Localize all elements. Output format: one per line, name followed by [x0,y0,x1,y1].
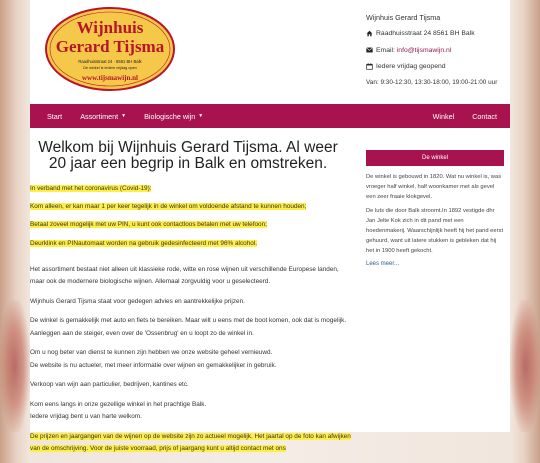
sidebar: De winkel De winkel is gebouwd in 1820. … [366,150,504,267]
open-text: Iedere vrijdag geopend [376,63,446,71]
notice-line-2: Kom alleen, er kan maar 1 per keer tegel… [30,203,307,211]
nav-assortiment[interactable]: Assortiment ▼ [71,104,135,128]
sidebar-title: De winkel [366,150,504,166]
svg-text:Wijnhuis: Wijnhuis [77,18,144,37]
content-body: In verband met het coronavirus (Covid-19… [30,183,352,455]
background-wine-left [0,300,30,432]
paragraph-assortiment: Het assortiment bestaat niet alleen uit … [30,265,339,286]
nav-biologische-wijn[interactable]: Biologische wijn ▼ [135,104,212,128]
contact-name: Wijnhuis Gerard Tijsma [366,13,441,22]
svg-text:De winkel is iedere vrijdag op: De winkel is iedere vrijdag open [83,66,137,70]
notice-line-1: In verband met het coronavirus (Covid-19… [30,185,152,192]
sidebar-paragraph-1: De winkel is gebouwd in 1820. Wat nu win… [366,174,502,201]
paragraph-website: Om u nog beter van dienst te kunnen zijn… [30,347,352,371]
notice-line-4: Deurklink en PINautomaat worden na gebru… [30,239,257,247]
sidebar-text: De winkel is gebouwd in 1820. Wat nu win… [366,166,504,257]
nav-biologische-wijn-label: Biologische wijn [144,111,196,121]
site-logo[interactable]: Wijnhuis Gerard Tijsma Raadhuisstraat 24… [44,6,176,92]
nav-assortiment-label: Assortiment [80,111,119,121]
paragraph-verkoop: Verkoop van wijn aan particulier, bedrij… [30,381,189,389]
contact-email: Email: info@tijsmawijn.nl [366,47,506,55]
opening-hours: Van: 9:30-12:30, 13:30-18:00, 19:00-21:0… [366,79,498,87]
paragraph-prijzen: De prijzen en jaargangen van de wijnen o… [30,431,352,455]
read-more-link[interactable]: Lees meer... [366,261,504,267]
website-line-2: De website is nu actueler, met meer info… [30,361,277,369]
paragraph-advies: Wijnhuis Gerard Tijsma staat voor gedege… [30,297,245,305]
caret-down-icon: ▼ [121,113,127,119]
notice-line-3: Betaal zoveel mogelijk met uw PIN, u kun… [30,221,267,229]
calendar-icon [366,63,374,72]
welkom-line-2: Iedere vrijdag bent u van harte welkom. [30,413,142,421]
email-link[interactable]: info@tijsmawijn.nl [397,47,452,55]
nav-winkel[interactable]: Winkel [424,104,464,128]
corona-notice: In verband met het coronavirus (Covid-19… [30,183,352,250]
envelope-icon [366,47,374,55]
contact-address-text: Raadhuisstraat 24 8561 BH Balk [376,30,475,38]
sidebar-paragraph-2: De luts die door Balk stroomt.In 1892 ve… [366,207,504,255]
paragraph-welkom: Kom eens langs in onze gezellige winkel … [30,399,352,423]
background-wine-right [510,300,540,432]
website-line-1: Om u nog beter van dienst te kunnen zijn… [30,349,273,357]
caret-down-icon: ▼ [198,113,204,119]
prijzen-text: De prijzen en jaargangen van de wijnen o… [30,432,351,453]
page-title: Welkom bij Wijnhuis Gerard Tijsma. Al we… [38,139,338,172]
svg-text:www.tijsmawijn.nl: www.tijsmawijn.nl [82,74,138,82]
welkom-line-1: Kom eens langs in onze gezellige winkel … [30,400,207,408]
contact-info: Wijnhuis Gerard Tijsma Raadhuisstraat 24… [366,14,506,87]
header: Wijnhuis Gerard Tijsma Raadhuisstraat 24… [30,0,510,98]
main-nav: Start Assortiment ▼ Biologische wijn ▼ Win… [30,104,510,128]
nav-contact[interactable]: Contact [463,104,510,128]
nav-start[interactable]: Start [30,104,71,128]
contact-address: Raadhuisstraat 24 8561 BH Balk [366,30,506,39]
main-content: Welkom bij Wijnhuis Gerard Tijsma. Al we… [30,139,352,463]
page: Wijnhuis Gerard Tijsma Raadhuisstraat 24… [30,0,510,453]
contact-open: Iedere vrijdag geopend [366,63,506,72]
email-label: Email: [376,46,395,54]
paragraph-bereikbaar: De winkel is gemakkelijk met auto en fie… [30,317,347,337]
svg-text:Raadhuisstraat 24 · 8561 BH Ba: Raadhuisstraat 24 · 8561 BH Balk [78,59,142,64]
svg-text:Gerard Tijsma: Gerard Tijsma [56,37,165,56]
home-icon [366,30,374,39]
